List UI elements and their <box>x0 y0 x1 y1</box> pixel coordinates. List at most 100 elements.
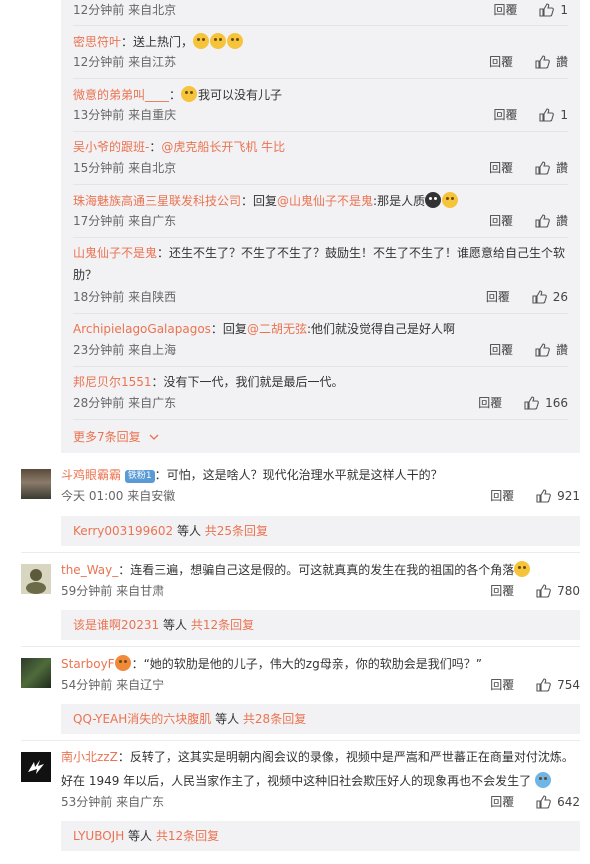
thumb-up-icon <box>524 396 539 414</box>
reply-button[interactable]: 回覆 <box>494 107 518 123</box>
reply-actions: 回覆 讚 <box>489 213 568 232</box>
reply-username[interactable]: 吴小爷的跟班- <box>73 140 149 154</box>
more-replies-link[interactable]: 更多7条回复 <box>73 429 159 445</box>
comment-meta: 54分钟前 来自辽宁 <box>61 678 165 692</box>
reply-button[interactable]: 回覆 <box>489 160 513 176</box>
thumb-up-icon <box>536 795 551 813</box>
reply-meta: 15分钟前 来自北京 <box>73 161 177 175</box>
divider <box>73 313 568 314</box>
reply-button[interactable]: 回覆 <box>489 342 513 358</box>
comment-actions: 回覆 642 <box>490 794 580 813</box>
divider <box>73 419 568 420</box>
like-button[interactable]: 讚 <box>535 54 568 73</box>
reply-meta: 17分钟前 来自广东 <box>73 214 177 228</box>
like-button[interactable]: 讚 <box>535 342 568 361</box>
like-button[interactable]: 921 <box>536 488 580 507</box>
reply-content[interactable]: @虎克船长开飞机 牛比 <box>161 140 285 154</box>
reply-username[interactable]: 山鬼仙子不是鬼 <box>73 246 157 260</box>
reply-text-line2: 肋？ <box>73 268 98 282</box>
thumb-up-icon <box>536 489 551 507</box>
reply-button[interactable]: 回覆 <box>478 395 502 411</box>
reply-button[interactable]: 回覆 <box>490 677 514 693</box>
reply-content: :那是人质 <box>373 194 426 208</box>
like-count: 讚 <box>555 343 568 357</box>
like-button[interactable]: 1 <box>539 2 568 21</box>
avatar[interactable] <box>21 469 51 499</box>
reply-actions: 回覆 讚 <box>489 160 568 179</box>
reply-button[interactable]: 回覆 <box>489 54 513 70</box>
comment-username[interactable]: the_Way_ <box>61 563 118 577</box>
thumb-up-icon <box>536 584 551 602</box>
comment-username[interactable]: 南小北zzZ <box>61 750 118 764</box>
avatar[interactable] <box>21 752 51 782</box>
avatar[interactable] <box>21 658 51 688</box>
comment-username[interactable]: StarboyF <box>61 657 115 671</box>
divider <box>21 740 580 741</box>
avatar[interactable] <box>21 564 51 594</box>
divider <box>73 78 568 79</box>
reply-meta: 13分钟前 来自重庆 <box>73 108 177 122</box>
comment-text-line2: 好在 1949 年以后，人民当家作主了，视频中这种旧社会欺压好人的现象再也不会发… <box>61 772 552 789</box>
fan-badge: 铁粉1 <box>124 470 155 483</box>
like-count: 讚 <box>555 214 568 228</box>
reply-button[interactable]: 回覆 <box>490 583 514 599</box>
comment: the_Way_：连看三遍，想骗自己这是假的。可这就真真的发生在我的祖国的各个角… <box>21 561 580 601</box>
like-count: 780 <box>557 584 580 598</box>
sub-reply: 山鬼仙子不是鬼：还生不生了？不生了不生了？鼓励生！不生了不生了！谁愿意给自己生个… <box>73 245 568 307</box>
reply-meta: 18分钟前 来自陕西 <box>73 290 177 304</box>
emoji-icon <box>193 33 210 49</box>
reply-username[interactable]: 微意的弟弟叫____ <box>73 88 169 102</box>
reply-username[interactable]: 邦尼贝尔1551 <box>73 375 152 389</box>
reply-button[interactable]: 回覆 <box>490 488 514 504</box>
mention-link[interactable]: @二胡无弦 <box>247 322 307 336</box>
like-count: 642 <box>557 795 580 809</box>
comment-meta: 53分钟前 来自广东 <box>61 795 165 809</box>
thumb-up-icon <box>539 108 555 126</box>
reply-actions: 回覆 讚 <box>489 342 568 361</box>
reply-summary[interactable]: LYUBOJH 等人 共12条回复 <box>61 821 580 851</box>
comment-content: ：连看三遍，想骗自己这是假的。可这就真真的发生在我的祖国的各个角落 <box>118 563 515 577</box>
like-button[interactable]: 讚 <box>535 213 568 232</box>
emoji-icon <box>535 772 552 788</box>
reply-button[interactable]: 回覆 <box>489 213 513 229</box>
reply-meta: 12分钟前 来自江苏 <box>73 55 177 69</box>
reply-summary[interactable]: Kerry003199602 等人 共25条回复 <box>61 516 580 546</box>
comment-username[interactable]: 斗鸡眼霸霸 <box>61 468 121 482</box>
like-button[interactable]: 26 <box>532 289 568 308</box>
thumb-up-icon <box>539 3 555 21</box>
comment-text: 南小北zzZ：反转了，这其实是明朝内阁会议的录像，视频中是严嵩和严世蕃正在商量对… <box>61 749 574 765</box>
reply-meta: 28分钟前 来自广东 <box>73 396 177 410</box>
comment-actions: 回覆 754 <box>490 677 580 696</box>
reply-button[interactable]: 回覆 <box>494 2 518 18</box>
sub-reply: 密思符叶：送上热门， 12分钟前 来自江苏 回覆 讚 <box>73 33 568 73</box>
reply-text: 微意的弟弟叫____： 我可以没有儿子 <box>73 86 283 102</box>
reply-username[interactable]: 珠海魅族高通三星联发科技公司 <box>73 194 241 208</box>
comment-meta: 今天 01:00 来自安徽 <box>61 489 176 503</box>
like-count: 166 <box>545 396 568 410</box>
sub-reply: 邦尼贝尔1551：没有下一代，我们就是最后一代。 28分钟前 来自广东 回覆 1… <box>73 374 568 414</box>
comment-content: ：可怕，这是啥人？现代化治理水平就是这样人干的？ <box>154 468 443 482</box>
mention-link[interactable]: @山鬼仙子不是鬼 <box>277 194 373 208</box>
reply-username[interactable]: 密思符叶 <box>73 35 121 49</box>
emoji-icon <box>114 655 131 671</box>
comment-text: 斗鸡眼霸霸 铁粉1 ：可怕，这是啥人？现代化治理水平就是这样人干的？ <box>61 467 443 483</box>
reply-text: 吴小爷的跟班-：@虎克船长开飞机 牛比 <box>73 140 286 154</box>
reply-text: 珠海魅族高通三星联发科技公司：回复@山鬼仙子不是鬼:那是人质 <box>73 192 459 209</box>
like-button[interactable]: 166 <box>524 395 568 414</box>
like-button[interactable]: 754 <box>536 677 580 696</box>
reply-username[interactable]: ArchipielagoGalapagos <box>73 322 211 336</box>
reply-summary[interactable]: QQ-YEAH消失的六块腹肌 等人 共28条回复 <box>61 704 580 734</box>
comment-text: StarboyF ：“她的软肋是他的儿子，伟大的zg母亲，你的软肋会是我们吗？” <box>61 655 482 672</box>
divider <box>73 184 568 185</box>
like-count: 讚 <box>555 55 568 69</box>
like-button[interactable]: 642 <box>536 794 580 813</box>
like-button[interactable]: 讚 <box>535 160 568 179</box>
like-button[interactable]: 1 <box>539 107 568 126</box>
thumb-up-icon <box>535 214 550 232</box>
reply-button[interactable]: 回覆 <box>490 794 514 810</box>
reply-button[interactable]: 回覆 <box>486 289 510 305</box>
reply-summary[interactable]: 该是谁啊20231 等人 共12条回复 <box>61 610 580 640</box>
reply-actions: 回覆 26 <box>486 289 568 308</box>
like-button[interactable]: 780 <box>536 583 580 602</box>
sub-reply: 微意的弟弟叫____： 我可以没有儿子 13分钟前 来自重庆 回覆 1 <box>73 86 568 126</box>
